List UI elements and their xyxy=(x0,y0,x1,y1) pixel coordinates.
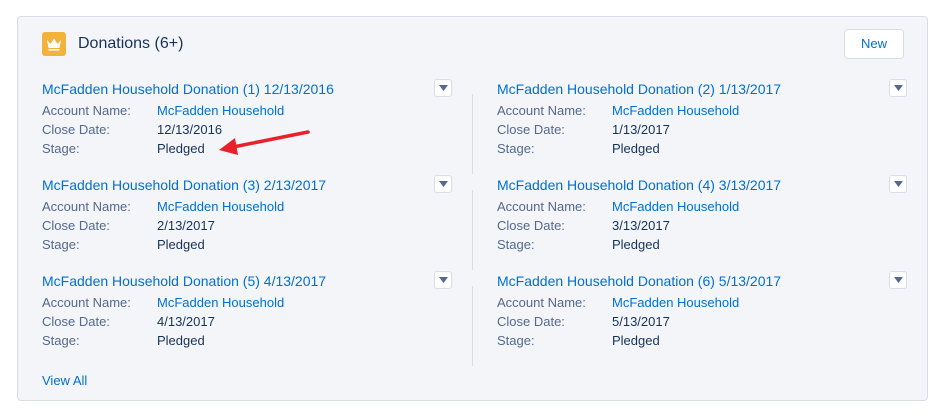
stage-field: Stage: Pledged xyxy=(497,139,660,158)
stage-value: Pledged xyxy=(157,333,205,348)
record-title-link[interactable]: McFadden Household Donation (4) 3/13/201… xyxy=(497,175,781,195)
account-link[interactable]: McFadden Household xyxy=(157,293,284,312)
stage-field: Stage: Pledged xyxy=(497,331,660,350)
view-all-link[interactable]: View All xyxy=(42,372,87,390)
record-title-link[interactable]: McFadden Household Donation (5) 4/13/201… xyxy=(42,271,326,291)
close-date-label: Close Date: xyxy=(42,218,110,233)
stage-value: Pledged xyxy=(157,237,205,252)
stage-value: Pledged xyxy=(612,237,660,252)
stage-value: Pledged xyxy=(612,141,660,156)
account-label: Account Name: xyxy=(42,199,131,214)
record-title-link[interactable]: McFadden Household Donation (2) 1/13/201… xyxy=(497,79,781,99)
close-date-field: Close Date: 1/13/2017 xyxy=(497,120,670,139)
close-date-field: Close Date: 2/13/2017 xyxy=(42,216,215,235)
new-button[interactable]: New xyxy=(844,29,904,59)
account-field: Account Name: McFadden Household xyxy=(42,101,284,120)
donation-record: McFadden Household Donation (5) 4/13/201… xyxy=(42,269,452,353)
account-label: Account Name: xyxy=(497,103,586,118)
chevron-down-icon xyxy=(893,85,903,91)
account-label: Account Name: xyxy=(497,295,586,310)
column-divider xyxy=(472,190,473,270)
donation-record: McFadden Household Donation (2) 1/13/201… xyxy=(497,77,907,161)
account-link[interactable]: McFadden Household xyxy=(612,293,739,312)
account-field: Account Name: McFadden Household xyxy=(42,197,284,216)
account-link[interactable]: McFadden Household xyxy=(612,101,739,120)
donation-record: McFadden Household Donation (3) 2/13/201… xyxy=(42,173,452,257)
record-actions-menu[interactable] xyxy=(434,79,452,97)
account-field: Account Name: McFadden Household xyxy=(497,101,739,120)
card-header: Donations (6+) New xyxy=(18,17,927,73)
close-date-value: 3/13/2017 xyxy=(612,218,670,233)
chevron-down-icon xyxy=(893,181,903,187)
card-title: Donations (6+) xyxy=(78,35,184,52)
stage-field: Stage: Pledged xyxy=(42,235,205,254)
account-link[interactable]: McFadden Household xyxy=(612,197,739,216)
account-field: Account Name: McFadden Household xyxy=(497,197,739,216)
record-actions-menu[interactable] xyxy=(434,175,452,193)
chevron-down-icon xyxy=(893,277,903,283)
close-date-label: Close Date: xyxy=(497,122,565,137)
account-field: Account Name: McFadden Household xyxy=(42,293,284,312)
donations-card: Donations (6+) New McFadden Household Do… xyxy=(17,16,928,401)
close-date-label: Close Date: xyxy=(42,314,110,329)
column-divider xyxy=(472,94,473,174)
close-date-field: Close Date: 5/13/2017 xyxy=(497,312,670,331)
donation-record: McFadden Household Donation (4) 3/13/201… xyxy=(497,173,907,257)
chevron-down-icon xyxy=(438,85,448,91)
record-title-link[interactable]: McFadden Household Donation (6) 5/13/201… xyxy=(497,271,781,291)
close-date-value: 5/13/2017 xyxy=(612,314,670,329)
account-label: Account Name: xyxy=(42,103,131,118)
crown-icon xyxy=(42,32,66,56)
account-link[interactable]: McFadden Household xyxy=(157,197,284,216)
stage-field: Stage: Pledged xyxy=(497,235,660,254)
close-date-value: 1/13/2017 xyxy=(612,122,670,137)
record-title-link[interactable]: McFadden Household Donation (1) 12/13/20… xyxy=(42,79,334,99)
account-label: Account Name: xyxy=(42,295,131,310)
stage-label: Stage: xyxy=(497,333,535,348)
account-link[interactable]: McFadden Household xyxy=(157,101,284,120)
close-date-label: Close Date: xyxy=(42,122,110,137)
close-date-value: 4/13/2017 xyxy=(157,314,215,329)
chevron-down-icon xyxy=(438,277,448,283)
stage-label: Stage: xyxy=(42,141,80,156)
stage-label: Stage: xyxy=(497,237,535,252)
record-actions-menu[interactable] xyxy=(889,271,907,289)
record-actions-menu[interactable] xyxy=(889,79,907,97)
donation-record: McFadden Household Donation (6) 5/13/201… xyxy=(497,269,907,353)
close-date-field: Close Date: 3/13/2017 xyxy=(497,216,670,235)
stage-label: Stage: xyxy=(42,237,80,252)
column-divider xyxy=(472,286,473,366)
close-date-label: Close Date: xyxy=(497,314,565,329)
close-date-field: Close Date: 4/13/2017 xyxy=(42,312,215,331)
stage-label: Stage: xyxy=(42,333,80,348)
stage-field: Stage: Pledged xyxy=(42,331,205,350)
close-date-field: Close Date: 12/13/2016 xyxy=(42,120,222,139)
close-date-value: 12/13/2016 xyxy=(157,122,223,137)
record-actions-menu[interactable] xyxy=(434,271,452,289)
stage-value: Pledged xyxy=(157,141,205,156)
chevron-down-icon xyxy=(438,181,448,187)
record-actions-menu[interactable] xyxy=(889,175,907,193)
annotation-arrow-icon xyxy=(219,130,310,155)
account-field: Account Name: McFadden Household xyxy=(497,293,739,312)
stage-field: Stage: Pledged xyxy=(42,139,205,158)
stage-value: Pledged xyxy=(612,333,660,348)
account-label: Account Name: xyxy=(497,199,586,214)
close-date-label: Close Date: xyxy=(497,218,565,233)
close-date-value: 2/13/2017 xyxy=(157,218,215,233)
record-title-link[interactable]: McFadden Household Donation (3) 2/13/201… xyxy=(42,175,326,195)
stage-label: Stage: xyxy=(497,141,535,156)
